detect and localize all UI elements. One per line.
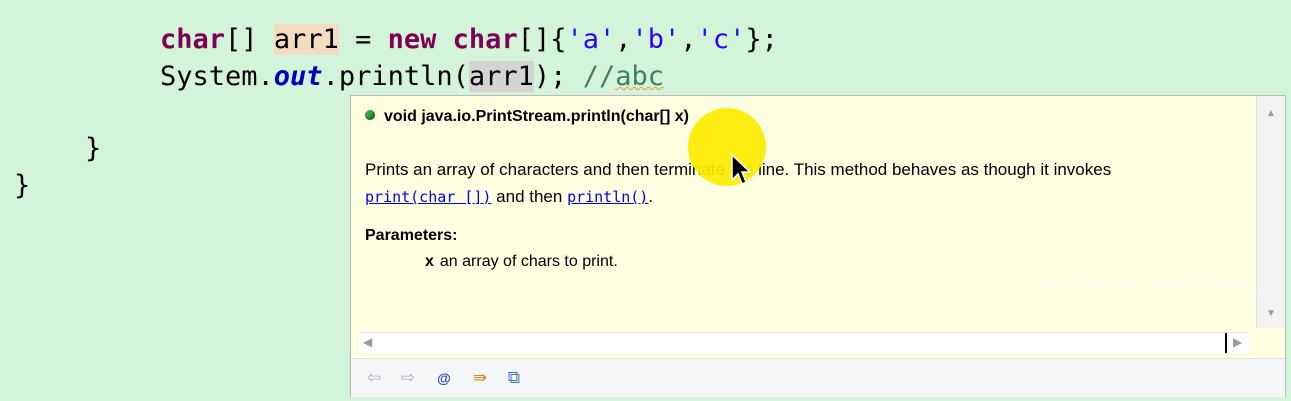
token-end: ); (533, 61, 583, 92)
javadoc-hover-popup: void java.io.PrintStream.println(char[] … (350, 95, 1286, 397)
token-assign: = (338, 24, 388, 55)
char-literal-b: 'b' (631, 24, 681, 55)
comment-abc: abc (615, 61, 664, 92)
back-icon[interactable]: ⇦ (363, 367, 385, 389)
token-open-brace: []{ (517, 24, 567, 55)
closing-brace-method: } (85, 133, 102, 164)
code-line-array-declaration: char[] arr1 = new char[]{'a','b','c'}; (160, 22, 778, 58)
keyword-new: new (387, 24, 437, 55)
closing-brace-class: } (14, 170, 31, 201)
cursor-highlight (688, 108, 766, 186)
description-period: . (648, 187, 654, 206)
link-println[interactable]: println() (567, 188, 648, 206)
scroll-thumb[interactable] (1225, 333, 1227, 353)
javadoc-content: void java.io.PrintStream.println(char[] … (351, 96, 1257, 328)
mouse-pointer-icon (731, 153, 752, 186)
scroll-up-arrow-icon[interactable]: ▲ (1266, 108, 1276, 119)
open-declaration-icon[interactable]: ⇛ (469, 367, 491, 389)
parameter-x: x an array of chars to print. (425, 253, 618, 271)
token-comma-1: , (615, 24, 632, 55)
horizontal-scrollbar[interactable]: ◀ ▶ (359, 332, 1249, 353)
method-signature-text: void java.io.PrintStream.println(char[] … (384, 108, 689, 125)
token-comma-2: , (680, 24, 697, 55)
parameter-name: x (425, 253, 434, 270)
token-println: .println( (322, 61, 469, 92)
vertical-scrollbar[interactable]: ▲ ▼ (1256, 96, 1285, 328)
char-literal-a: 'a' (566, 24, 616, 55)
keyword-char: char (160, 24, 226, 55)
comment-slashes: // (582, 61, 616, 92)
parameter-description: an array of chars to print. (439, 253, 618, 270)
variable-arr1-highlight: arr1 (273, 24, 339, 55)
scroll-right-arrow-icon[interactable]: ▶ (1233, 335, 1242, 349)
variable-arr1-read-highlight: arr1 (468, 61, 534, 92)
token-close-brace: }; (745, 24, 778, 55)
scroll-left-arrow-icon[interactable]: ◀ (363, 335, 372, 349)
field-out: out (273, 61, 323, 92)
token-system: System. (160, 61, 274, 92)
javadoc-toolbar: ⇦ ⇨ @ ⇛ ⧉ (351, 358, 1285, 397)
open-external-browser-icon[interactable]: ⧉ (503, 367, 525, 389)
public-method-icon (365, 110, 375, 120)
token-brackets: [] (225, 24, 274, 55)
char-literal-c: 'c' (696, 24, 746, 55)
method-description: Prints an array of characters and then t… (365, 156, 1245, 211)
forward-icon[interactable]: ⇨ (397, 367, 419, 389)
method-signature: void java.io.PrintStream.println(char[] … (365, 108, 689, 126)
description-and: and then (491, 187, 568, 206)
scroll-down-arrow-icon[interactable]: ▼ (1266, 308, 1276, 319)
code-line-println: System.out.println(arr1); //abc (160, 59, 664, 95)
open-javadoc-icon[interactable]: @ (433, 367, 455, 389)
keyword-char-2: char (452, 24, 518, 55)
link-print-char-array[interactable]: print(char []) (365, 188, 491, 206)
watermark: https://blog.csdn.net/YENTERTAI... (1040, 277, 1259, 293)
parameters-heading: Parameters: (365, 227, 458, 244)
